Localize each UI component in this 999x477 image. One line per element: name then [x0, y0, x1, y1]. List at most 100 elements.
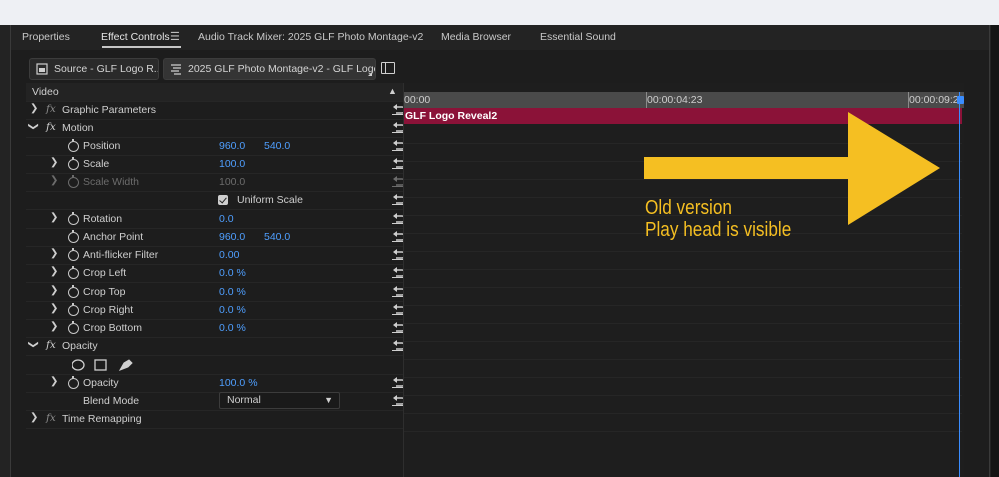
rectangle-mask-icon[interactable] — [94, 359, 107, 371]
row-separator — [404, 377, 962, 378]
annotation-line-2: Play head is visible — [645, 219, 792, 241]
playhead-line[interactable] — [959, 92, 960, 477]
chevron-right-icon[interactable]: ❯ — [50, 175, 58, 186]
property-label: Anti-flicker Filter — [83, 249, 159, 261]
anchor-x-value[interactable]: 960.0 — [219, 231, 245, 243]
opacity-value[interactable]: 100.0 % — [219, 377, 258, 389]
chevron-down-icon[interactable]: ❯ — [28, 340, 39, 348]
source-clip-icon — [36, 63, 48, 75]
timecode-mid: 00:00:04:23 — [647, 94, 703, 106]
stopwatch-icon[interactable] — [68, 139, 79, 152]
pen-mask-icon[interactable] — [118, 359, 133, 371]
playhead-handle[interactable] — [957, 96, 964, 104]
property-label: Scale Width — [83, 176, 140, 188]
mask-tools — [72, 359, 133, 371]
blend-mode-dropdown[interactable]: Normal ▼ — [219, 392, 340, 409]
tab-essential-sound[interactable]: Essential Sound — [540, 31, 616, 43]
chevron-right-icon[interactable]: ❯ — [50, 321, 58, 332]
chevron-down-icon: ▼ — [324, 395, 333, 405]
anchor-y-value[interactable]: 540.0 — [264, 231, 290, 243]
chevron-right-icon[interactable]: ❯ — [50, 157, 58, 168]
chevron-right-icon[interactable]: ❯ — [50, 212, 58, 223]
chevron-right-icon[interactable]: ❯ — [50, 248, 58, 259]
effect-label: Time Remapping — [62, 413, 142, 425]
crop-left-value[interactable]: 0.0 % — [219, 267, 246, 279]
time-ruler[interactable]: 00:00 00:00:04:23 00:00:09:23 — [404, 92, 964, 108]
fx-icon[interactable]: fx — [46, 103, 56, 115]
property-row-scale-width: ❯ Scale Width 100.0 — [26, 173, 406, 192]
property-label: Crop Bottom — [83, 322, 142, 334]
tab-properties[interactable]: Properties — [22, 31, 70, 43]
property-label: Scale — [83, 158, 110, 170]
row-separator — [404, 341, 962, 342]
tab-effect-controls[interactable]: Effect Controls — [101, 31, 170, 43]
position-x-value[interactable]: 960.0 — [219, 140, 245, 152]
tab-audio-track-mixer[interactable]: Audio Track Mixer: 2025 GLF Photo Montag… — [198, 31, 423, 43]
panel-menu-icon[interactable]: ☰ — [170, 30, 180, 43]
effect-label: Opacity — [62, 340, 98, 352]
chevron-right-icon[interactable]: ❯ — [30, 412, 38, 423]
chevron-right-icon[interactable]: ❯ — [50, 266, 58, 277]
toggle-timeline-view-icon[interactable] — [381, 62, 395, 74]
premiere-app: Properties Effect Controls ☰ Audio Track… — [0, 25, 999, 477]
property-label: Crop Top — [83, 286, 126, 298]
chevron-right-icon[interactable]: ❯ — [50, 376, 58, 387]
position-y-value[interactable]: 540.0 — [264, 140, 290, 152]
fx-icon[interactable]: fx — [46, 339, 56, 351]
property-label: Blend Mode — [83, 395, 140, 407]
source-clip-label: Source - GLF Logo R... — [54, 63, 159, 75]
stopwatch-icon[interactable] — [68, 266, 79, 279]
chevron-right-icon[interactable]: ❯ — [50, 303, 58, 314]
stopwatch-icon[interactable] — [68, 321, 79, 334]
property-row-rotation: ❯ Rotation 0.0 — [26, 210, 406, 229]
sequence-clip-button[interactable]: 2025 GLF Photo Montage-v2 - GLF Logo... — [163, 58, 376, 80]
rotation-value[interactable]: 0.0 — [219, 213, 234, 225]
annotation-line-1: Old version — [645, 197, 732, 219]
collapse-up-icon[interactable]: ▲ — [388, 86, 397, 96]
source-clip-button[interactable]: Source - GLF Logo R... — [29, 58, 159, 80]
crop-bottom-value[interactable]: 0.0 % — [219, 322, 246, 334]
stopwatch-icon[interactable] — [68, 212, 79, 225]
anti-flicker-value[interactable]: 0.00 — [219, 249, 239, 261]
stopwatch-icon[interactable] — [68, 376, 79, 389]
chevron-right-icon[interactable]: ❯ — [50, 285, 58, 296]
property-row-position: Position 960.0 540.0 — [26, 137, 406, 156]
ellipse-mask-icon[interactable] — [72, 359, 85, 371]
timecode-start: 00:00 — [404, 94, 431, 106]
crop-right-value[interactable]: 0.0 % — [219, 304, 246, 316]
section-header-video: Video ▲ — [26, 83, 403, 102]
property-label: Crop Right — [83, 304, 134, 316]
crop-top-value[interactable]: 0.0 % — [219, 286, 246, 298]
sequence-icon — [171, 64, 181, 75]
effect-row-motion[interactable]: ❯ fx Motion — [26, 119, 406, 138]
effect-row-time-remapping[interactable]: ❯ fx Time Remapping — [26, 410, 403, 429]
property-label: Rotation — [83, 213, 123, 225]
chevron-down-icon[interactable]: ❯ — [28, 122, 39, 130]
property-label: Anchor Point — [83, 231, 144, 243]
row-separator — [404, 323, 962, 324]
property-row-crop-right: ❯ Crop Right 0.0 % — [26, 301, 406, 320]
stopwatch-icon[interactable] — [68, 230, 79, 243]
scale-value[interactable]: 100.0 — [219, 158, 245, 170]
right-panel-edge — [991, 25, 999, 477]
panel-tab-bar: Properties Effect Controls ☰ Audio Track… — [11, 25, 989, 50]
fx-icon[interactable]: fx — [46, 412, 56, 424]
effect-properties-list: Video ▲ ❯ fx Graphic Parameters ❯ fx Mot… — [26, 83, 406, 477]
stopwatch-icon[interactable] — [68, 157, 79, 170]
property-row-anti-flicker: ❯ Anti-flicker Filter 0.00 — [26, 246, 406, 265]
chevron-right-icon[interactable]: ❯ — [30, 103, 38, 114]
stopwatch-icon[interactable] — [68, 303, 79, 316]
stopwatch-icon — [68, 175, 79, 188]
stopwatch-icon[interactable] — [68, 285, 79, 298]
property-label: Position — [83, 140, 121, 152]
stopwatch-icon[interactable] — [68, 248, 79, 261]
uniform-scale-checkbox[interactable] — [218, 195, 228, 205]
effect-row-graphic-parameters[interactable]: ❯ fx Graphic Parameters — [26, 101, 406, 120]
checkbox-label: Uniform Scale — [237, 194, 303, 206]
fx-icon[interactable]: fx — [46, 121, 56, 133]
property-label: Crop Left — [83, 267, 127, 279]
mask-tools-row — [26, 356, 403, 375]
effect-label: Motion — [62, 122, 94, 134]
effect-row-opacity[interactable]: ❯ fx Opacity — [26, 337, 406, 356]
tab-media-browser[interactable]: Media Browser — [441, 31, 511, 43]
